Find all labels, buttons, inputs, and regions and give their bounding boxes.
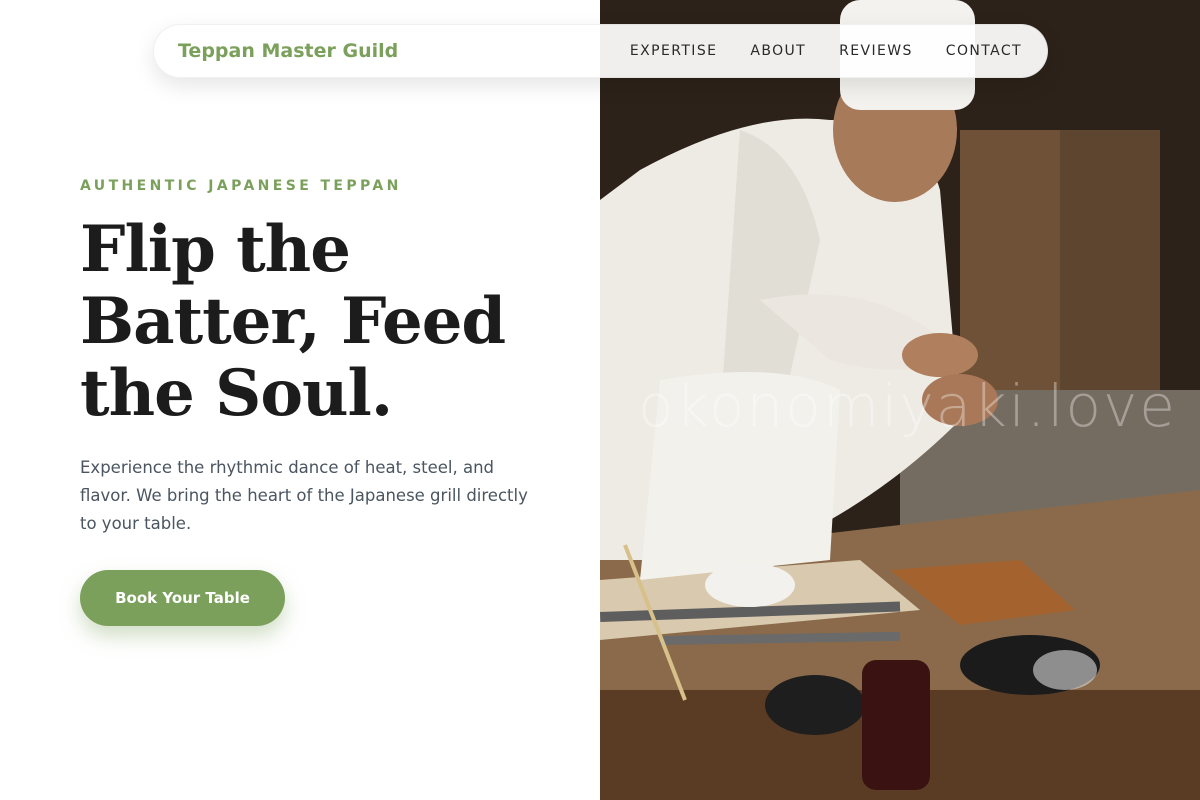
nav-links: EXPERTISE ABOUT REVIEWS CONTACT: [630, 43, 1022, 59]
photo-watermark: okonomiyaki.love: [638, 372, 1177, 440]
hero-photo: okonomiyaki.love: [600, 0, 1200, 800]
nav-link-about[interactable]: ABOUT: [750, 43, 806, 59]
top-nav: Teppan Master Guild EXPERTISE ABOUT REVI…: [153, 24, 1048, 78]
nav-link-contact[interactable]: CONTACT: [946, 43, 1022, 59]
brand-logo[interactable]: Teppan Master Guild: [178, 40, 398, 62]
nav-link-reviews[interactable]: REVIEWS: [839, 43, 913, 59]
nav-link-expertise[interactable]: EXPERTISE: [630, 43, 717, 59]
hero-description: Experience the rhythmic dance of heat, s…: [80, 458, 528, 533]
hero-eyebrow: AUTHENTIC JAPANESE TEPPAN: [80, 178, 402, 194]
book-table-button[interactable]: Book Your Table: [80, 570, 285, 626]
hero-headline: Flip the Batter, Feed the Soul.: [80, 212, 506, 431]
